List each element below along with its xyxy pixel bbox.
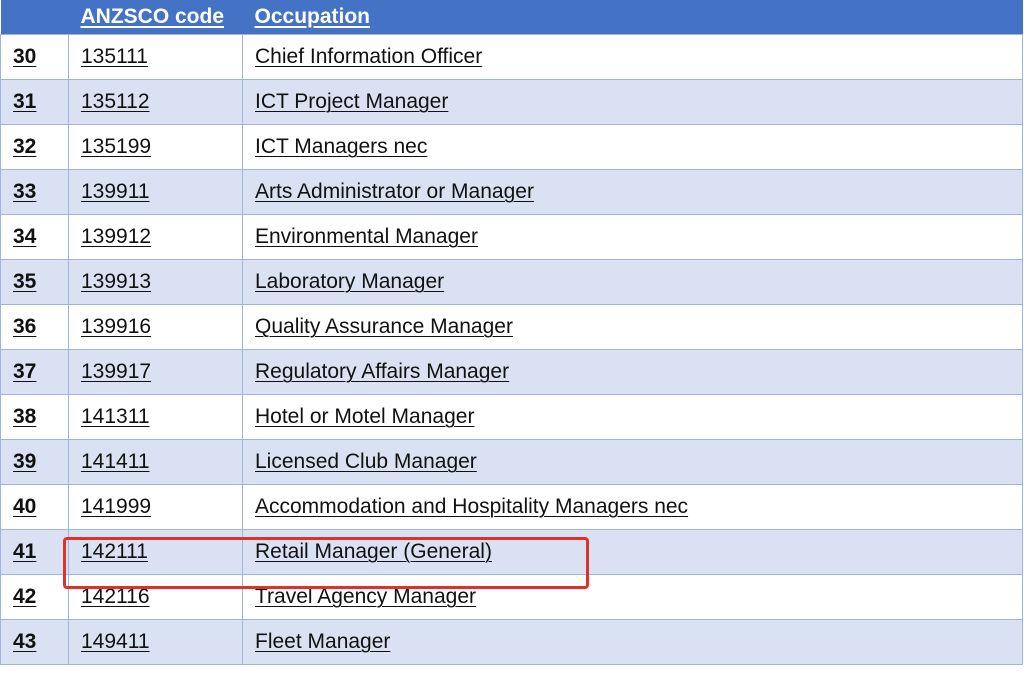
table-row: 31 135112 ICT Project Manager [0, 79, 1023, 125]
table-row-highlighted: 41 142111 Retail Manager (General) [0, 529, 1023, 575]
row-number[interactable]: 40 [0, 484, 69, 530]
occupation-link[interactable]: Regulatory Affairs Manager [242, 349, 1023, 395]
anzsco-code-link[interactable]: 149411 [68, 619, 243, 665]
table-row: 36 139916 Quality Assurance Manager [0, 304, 1023, 350]
table-row: 40 141999 Accommodation and Hospitality … [0, 484, 1023, 530]
occupation-link[interactable]: Travel Agency Manager [242, 574, 1023, 620]
table-row: 37 139917 Regulatory Affairs Manager [0, 349, 1023, 395]
table-row: 39 141411 Licensed Club Manager [0, 439, 1023, 485]
anzsco-code-link[interactable]: 142116 [68, 574, 243, 620]
row-number[interactable]: 39 [0, 439, 69, 485]
row-number[interactable]: 35 [0, 259, 69, 305]
anzsco-code-link[interactable]: 139917 [68, 349, 243, 395]
row-number[interactable]: 31 [0, 79, 69, 125]
occupation-link[interactable]: Hotel or Motel Manager [242, 394, 1023, 440]
anzsco-code-link[interactable]: 135111 [68, 34, 243, 80]
anzsco-code-link[interactable]: 141999 [68, 484, 243, 530]
anzsco-code-link[interactable]: 142111 [68, 529, 243, 575]
occupation-link[interactable]: Accommodation and Hospitality Managers n… [242, 484, 1023, 530]
table-row: 35 139913 Laboratory Manager [0, 259, 1023, 305]
anzsco-code-link[interactable]: 139912 [68, 214, 243, 260]
occupation-link[interactable]: Quality Assurance Manager [242, 304, 1023, 350]
table-row: 43 149411 Fleet Manager [0, 619, 1023, 665]
anzsco-code-link[interactable]: 139916 [68, 304, 243, 350]
occupation-link[interactable]: Environmental Manager [242, 214, 1023, 260]
anzsco-code-link[interactable]: 141311 [68, 394, 243, 440]
row-number[interactable]: 38 [0, 394, 69, 440]
occupation-link[interactable]: ICT Managers nec [242, 124, 1023, 170]
row-number[interactable]: 34 [0, 214, 69, 260]
table-row: 34 139912 Environmental Manager [0, 214, 1023, 260]
table-row: 38 141311 Hotel or Motel Manager [0, 394, 1023, 440]
occupation-link[interactable]: Licensed Club Manager [242, 439, 1023, 485]
header-occupation[interactable]: Occupation [242, 0, 1023, 35]
table-header-row: ANZSCO code Occupation [0, 0, 1023, 35]
table-row: 33 139911 Arts Administrator or Manager [0, 169, 1023, 215]
row-number[interactable]: 37 [0, 349, 69, 395]
anzsco-code-link[interactable]: 139911 [68, 169, 243, 215]
row-number[interactable]: 43 [0, 619, 69, 665]
anzsco-code-link[interactable]: 135112 [68, 79, 243, 125]
occupation-link[interactable]: Laboratory Manager [242, 259, 1023, 305]
row-number[interactable]: 36 [0, 304, 69, 350]
anzsco-code-link[interactable]: 135199 [68, 124, 243, 170]
anzsco-code-link[interactable]: 141411 [68, 439, 243, 485]
occupation-link[interactable]: ICT Project Manager [242, 79, 1023, 125]
anzsco-code-link[interactable]: 139913 [68, 259, 243, 305]
row-number[interactable]: 30 [0, 34, 69, 80]
occupation-link[interactable]: Arts Administrator or Manager [242, 169, 1023, 215]
table-row: 30 135111 Chief Information Officer [0, 34, 1023, 80]
header-num [0, 0, 69, 35]
row-number[interactable]: 41 [0, 529, 69, 575]
header-anzsco-code[interactable]: ANZSCO code [68, 0, 243, 35]
occupation-link[interactable]: Chief Information Officer [242, 34, 1023, 80]
table-row: 32 135199 ICT Managers nec [0, 124, 1023, 170]
occupation-table: ANZSCO code Occupation 30 135111 Chief I… [0, 0, 1023, 665]
row-number[interactable]: 33 [0, 169, 69, 215]
table-row: 42 142116 Travel Agency Manager [0, 574, 1023, 620]
row-number[interactable]: 32 [0, 124, 69, 170]
row-number[interactable]: 42 [0, 574, 69, 620]
occupation-link[interactable]: Fleet Manager [242, 619, 1023, 665]
occupation-link[interactable]: Retail Manager (General) [242, 529, 1023, 575]
